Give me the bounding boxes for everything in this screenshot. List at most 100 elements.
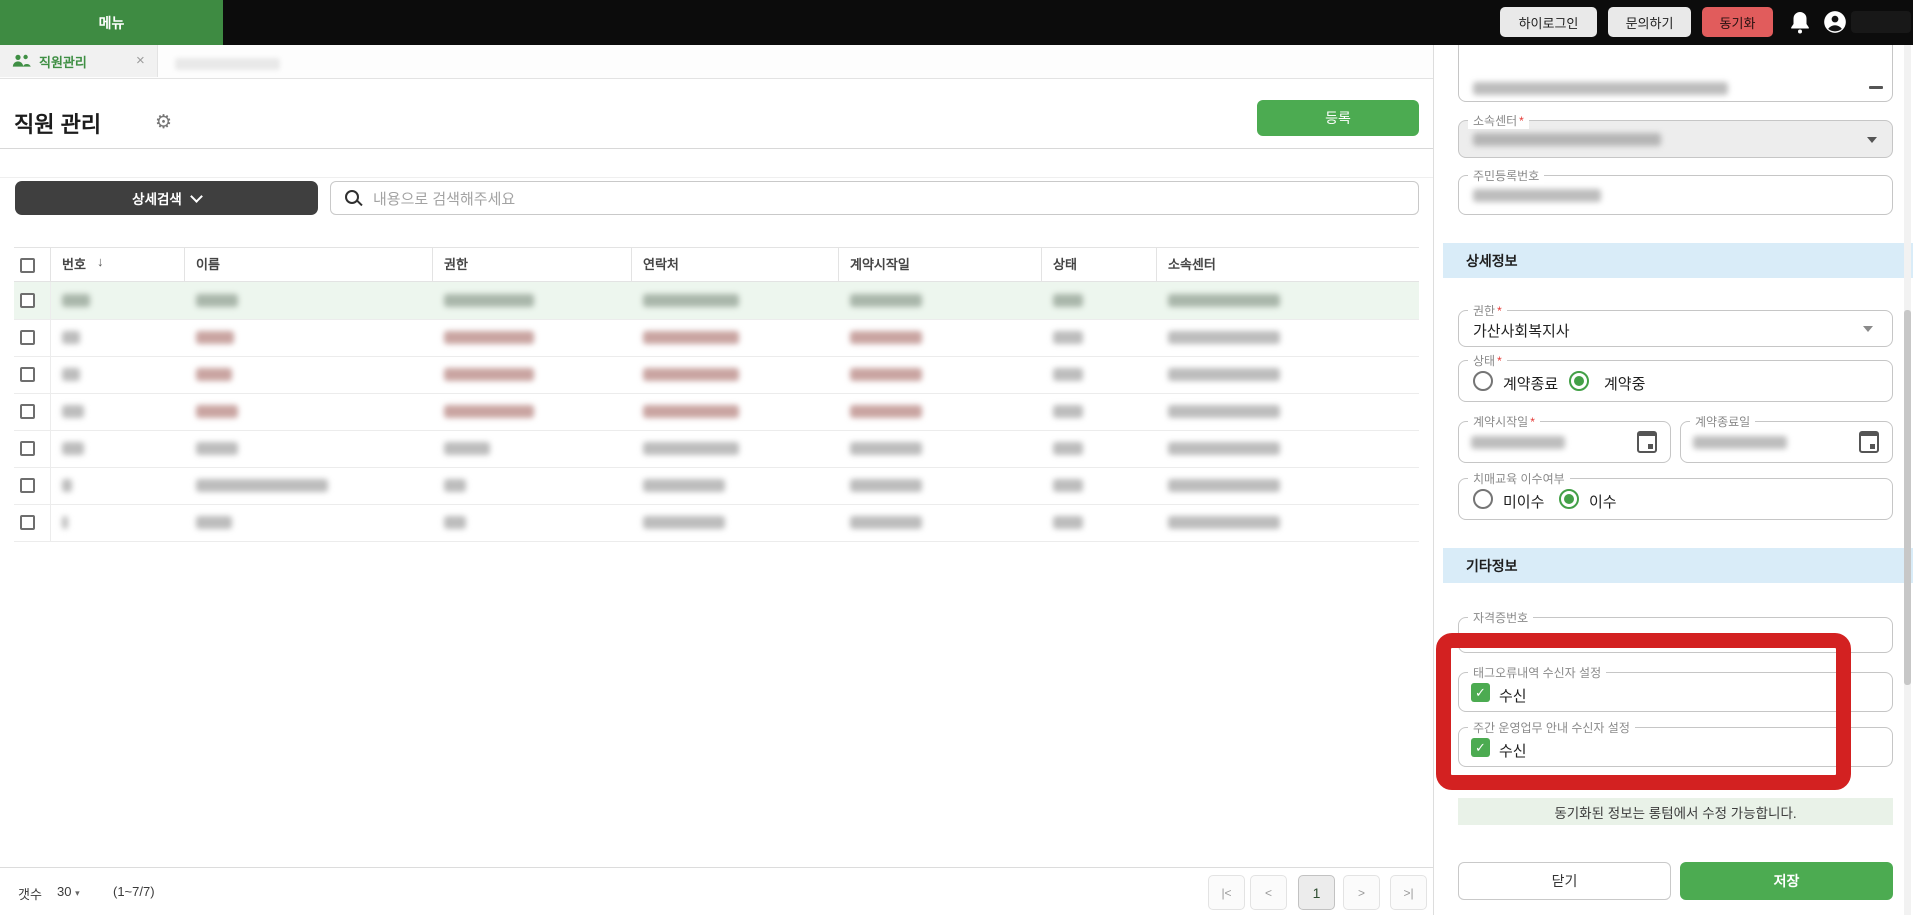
redacted-cell bbox=[1168, 442, 1280, 455]
weekly-receive-label[interactable]: 수신 bbox=[1499, 740, 1527, 761]
register-button[interactable]: 등록 bbox=[1257, 100, 1419, 136]
col-header-role[interactable]: 권한 bbox=[444, 254, 468, 273]
license-label: 자격증번호 bbox=[1468, 609, 1534, 626]
save-button[interactable]: 저장 bbox=[1680, 862, 1893, 900]
pagination-page-1-button[interactable]: 1 bbox=[1298, 875, 1335, 910]
tab-employee-management[interactable]: 직원관리 bbox=[0, 45, 158, 77]
page-size-select[interactable]: 30 ▾ bbox=[57, 884, 80, 899]
redacted-cell bbox=[1053, 442, 1083, 455]
row-checkbox[interactable] bbox=[20, 330, 35, 345]
redacted-cell bbox=[850, 368, 922, 381]
redacted-cell bbox=[1168, 331, 1280, 344]
main-content: 직원 관리 ⚙ 등록 상세검색 번호 ↓ 이름 권한 연락처 계약시작일 상태 … bbox=[0, 78, 1433, 915]
redacted-cell bbox=[1053, 479, 1083, 492]
hi-login-button[interactable]: 하이로그인 bbox=[1500, 7, 1597, 37]
redacted-cell bbox=[444, 331, 534, 344]
dementia-label: 치매교육 이수여부 bbox=[1468, 470, 1570, 487]
section-detail-info: 상세정보 bbox=[1443, 243, 1913, 278]
divider bbox=[50, 393, 51, 430]
caret-down-icon bbox=[1863, 326, 1873, 332]
divider bbox=[631, 248, 632, 281]
divider bbox=[50, 319, 51, 356]
pagination-prev-button[interactable]: < bbox=[1250, 875, 1287, 910]
col-header-contact[interactable]: 연락처 bbox=[643, 254, 679, 273]
field-cut-top[interactable] bbox=[1458, 45, 1893, 102]
table-row[interactable] bbox=[14, 282, 1419, 320]
role-select[interactable]: 가산사회복지사 bbox=[1458, 310, 1893, 347]
dash-icon bbox=[1869, 86, 1883, 89]
col-header-status[interactable]: 상태 bbox=[1053, 254, 1077, 273]
row-checkbox[interactable] bbox=[20, 441, 35, 456]
tag-receive-checkbox[interactable]: ✓ bbox=[1471, 683, 1490, 702]
calendar-icon[interactable] bbox=[1859, 431, 1879, 453]
tab-bar: 직원관리 × bbox=[0, 45, 1433, 79]
sort-desc-icon[interactable]: ↓ bbox=[97, 254, 104, 269]
row-checkbox[interactable] bbox=[20, 515, 35, 530]
search-input[interactable] bbox=[371, 183, 1395, 215]
bell-icon[interactable] bbox=[1788, 10, 1812, 36]
radio-contract-ended-label[interactable]: 계약종료 bbox=[1503, 373, 1558, 394]
table-row[interactable] bbox=[14, 319, 1419, 357]
row-checkbox[interactable] bbox=[20, 367, 35, 382]
radio-contract-active[interactable] bbox=[1569, 371, 1589, 391]
redacted-cell bbox=[1053, 368, 1083, 381]
panel-scrollbar[interactable] bbox=[1904, 45, 1911, 915]
center-label: 소속센터 * bbox=[1468, 112, 1529, 129]
select-all-checkbox[interactable] bbox=[20, 258, 35, 273]
divider bbox=[0, 148, 1433, 149]
pagination-next-button[interactable]: > bbox=[1343, 875, 1380, 910]
redacted-cell bbox=[196, 368, 232, 381]
detail-search-label: 상세검색 bbox=[132, 192, 182, 207]
table-row[interactable] bbox=[14, 430, 1419, 468]
account-icon[interactable] bbox=[1822, 9, 1848, 35]
table-row[interactable] bbox=[14, 356, 1419, 394]
row-checkbox[interactable] bbox=[20, 293, 35, 308]
chevron-down-icon bbox=[189, 189, 203, 203]
divider bbox=[50, 248, 51, 281]
sync-button[interactable]: 동기화 bbox=[1702, 7, 1773, 37]
sync-notice: 동기화된 정보는 롱텀에서 수정 가능합니다. bbox=[1458, 798, 1893, 825]
table-row[interactable] bbox=[14, 504, 1419, 542]
divider bbox=[1156, 248, 1157, 281]
search-icon bbox=[345, 190, 359, 204]
row-checkbox[interactable] bbox=[20, 478, 35, 493]
radio-completed-label[interactable]: 이수 bbox=[1589, 491, 1617, 512]
close-button[interactable]: 닫기 bbox=[1458, 862, 1671, 900]
weekly-receive-checkbox[interactable]: ✓ bbox=[1471, 738, 1490, 757]
redacted-cell bbox=[643, 294, 739, 307]
col-header-number[interactable]: 번호 bbox=[62, 254, 86, 273]
col-header-center[interactable]: 소속센터 bbox=[1168, 254, 1216, 273]
tag-receive-label[interactable]: 수신 bbox=[1499, 685, 1527, 706]
tab-close-icon[interactable]: × bbox=[136, 53, 145, 68]
divider bbox=[184, 248, 185, 281]
redacted-cell bbox=[1053, 331, 1083, 344]
range-label: (1~7/7) bbox=[113, 884, 155, 899]
col-header-name[interactable]: 이름 bbox=[196, 254, 220, 273]
menu-button[interactable]: 메뉴 bbox=[0, 0, 223, 45]
scrollbar-thumb[interactable] bbox=[1904, 310, 1911, 685]
redacted-cell bbox=[444, 368, 534, 381]
redacted-cell bbox=[1053, 516, 1083, 529]
divider bbox=[0, 867, 1433, 868]
radio-not-completed-label[interactable]: 미이수 bbox=[1503, 491, 1544, 512]
search-box bbox=[330, 181, 1419, 215]
pagination-last-button[interactable]: >| bbox=[1390, 875, 1427, 910]
table-row[interactable] bbox=[14, 393, 1419, 431]
radio-contract-active-label[interactable]: 계약중 bbox=[1604, 373, 1645, 394]
radio-completed[interactable] bbox=[1559, 489, 1579, 509]
page-title: 직원 관리 bbox=[14, 112, 102, 137]
inquiry-button[interactable]: 문의하기 bbox=[1608, 7, 1691, 37]
radio-contract-ended[interactable] bbox=[1473, 371, 1493, 391]
detail-search-button[interactable]: 상세검색 bbox=[15, 181, 318, 215]
caret-down-icon: ▾ bbox=[75, 888, 80, 898]
redacted-username bbox=[1851, 11, 1911, 33]
gear-icon[interactable]: ⚙ bbox=[155, 111, 172, 134]
redacted-cell bbox=[444, 516, 466, 529]
calendar-icon[interactable] bbox=[1637, 431, 1657, 453]
radio-not-completed[interactable] bbox=[1473, 489, 1493, 509]
col-header-start[interactable]: 계약시작일 bbox=[850, 254, 910, 273]
table-row[interactable] bbox=[14, 467, 1419, 505]
pagination-first-button[interactable]: |< bbox=[1208, 875, 1245, 910]
redacted-cell bbox=[1168, 516, 1280, 529]
row-checkbox[interactable] bbox=[20, 404, 35, 419]
